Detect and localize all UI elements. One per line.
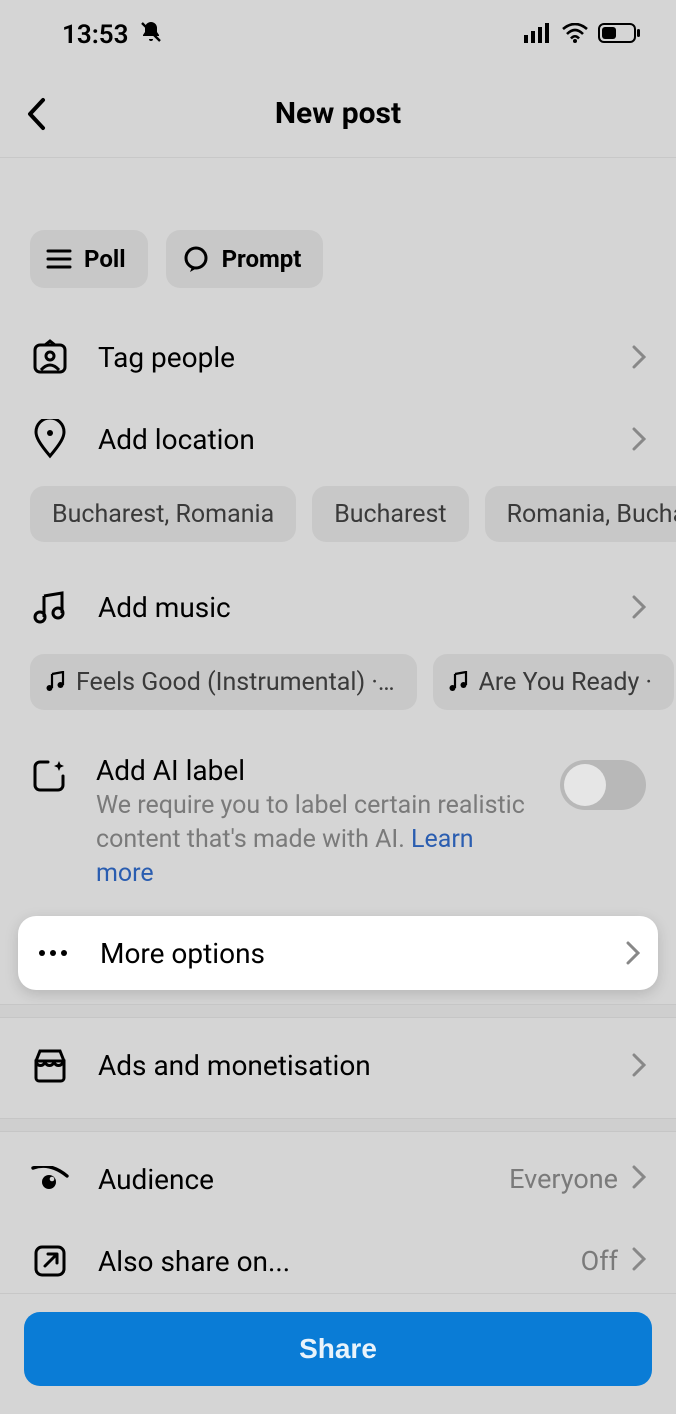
music-note-icon bbox=[46, 671, 66, 693]
audience-label: Audience bbox=[98, 1163, 481, 1196]
tag-people-row[interactable]: Tag people bbox=[0, 316, 676, 398]
chat-icon bbox=[182, 245, 210, 273]
location-chip[interactable]: Bucharest, Romania bbox=[30, 486, 296, 542]
status-bar: 13:53 bbox=[0, 0, 676, 70]
tag-people-label: Tag people bbox=[98, 341, 604, 374]
wifi-icon bbox=[562, 20, 588, 50]
audience-row[interactable]: Audience Everyone bbox=[0, 1138, 676, 1220]
cellular-icon bbox=[524, 20, 552, 50]
chevron-right-icon bbox=[632, 1247, 646, 1275]
ads-label: Ads and monetisation bbox=[98, 1049, 604, 1082]
location-chip[interactable]: Romania, Buchare bbox=[485, 486, 676, 542]
more-icon bbox=[38, 949, 68, 957]
page-title: New post bbox=[0, 96, 676, 131]
more-options-label: More options bbox=[100, 937, 598, 970]
list-icon bbox=[46, 248, 72, 270]
also-share-row[interactable]: Also share on... Off bbox=[0, 1220, 676, 1302]
ai-label-description: We require you to label certain realisti… bbox=[96, 789, 534, 890]
ads-row[interactable]: Ads and monetisation bbox=[0, 1024, 676, 1106]
ai-label-title: Add AI label bbox=[96, 754, 534, 787]
music-suggestions: Feels Good (Instrumental) ·… Are You Rea… bbox=[0, 648, 676, 734]
music-note-icon bbox=[449, 671, 469, 693]
add-location-label: Add location bbox=[98, 423, 604, 456]
audience-value: Everyone bbox=[509, 1163, 618, 1195]
location-chip[interactable]: Bucharest bbox=[312, 486, 468, 542]
prompt-label: Prompt bbox=[222, 245, 302, 273]
chevron-right-icon bbox=[632, 1165, 646, 1193]
also-share-value: Off bbox=[581, 1245, 618, 1277]
person-frame-icon bbox=[32, 339, 68, 375]
poll-label: Poll bbox=[84, 245, 126, 273]
storefront-icon bbox=[31, 1047, 69, 1083]
chevron-right-icon bbox=[632, 595, 646, 619]
also-share-label: Also share on... bbox=[98, 1245, 553, 1278]
chevron-right-icon bbox=[632, 345, 646, 369]
bottom-bar: Share bbox=[0, 1293, 676, 1414]
chevron-right-icon bbox=[626, 941, 640, 965]
ai-label-toggle[interactable] bbox=[560, 760, 646, 810]
eye-icon bbox=[31, 1166, 69, 1192]
composer-pills: Poll Prompt bbox=[0, 230, 676, 316]
chevron-left-icon bbox=[25, 97, 47, 131]
toggle-knob bbox=[564, 764, 606, 806]
bell-off-icon bbox=[139, 20, 163, 51]
ai-label-row: Add AI label We require you to label cer… bbox=[0, 734, 676, 912]
location-suggestions: Bucharest, Romania Bucharest Romania, Bu… bbox=[0, 480, 676, 566]
add-music-row[interactable]: Add music bbox=[0, 566, 676, 648]
poll-pill[interactable]: Poll bbox=[30, 230, 148, 288]
music-chip[interactable]: Are You Ready · bbox=[433, 654, 674, 710]
status-time: 13:53 bbox=[62, 20, 129, 50]
add-music-label: Add music bbox=[98, 591, 604, 624]
music-chip[interactable]: Feels Good (Instrumental) ·… bbox=[30, 654, 417, 710]
music-icon bbox=[32, 589, 68, 625]
pin-icon bbox=[33, 419, 67, 459]
sparkle-frame-icon bbox=[32, 758, 68, 794]
back-button[interactable] bbox=[12, 90, 60, 138]
chevron-right-icon bbox=[632, 1053, 646, 1077]
chevron-right-icon bbox=[632, 427, 646, 451]
share-arrow-icon bbox=[32, 1243, 68, 1279]
battery-icon bbox=[598, 20, 640, 50]
more-options-row[interactable]: More options bbox=[18, 916, 658, 990]
header: New post bbox=[0, 70, 676, 158]
add-location-row[interactable]: Add location bbox=[0, 398, 676, 480]
share-button[interactable]: Share bbox=[24, 1312, 652, 1386]
prompt-pill[interactable]: Prompt bbox=[166, 230, 324, 288]
